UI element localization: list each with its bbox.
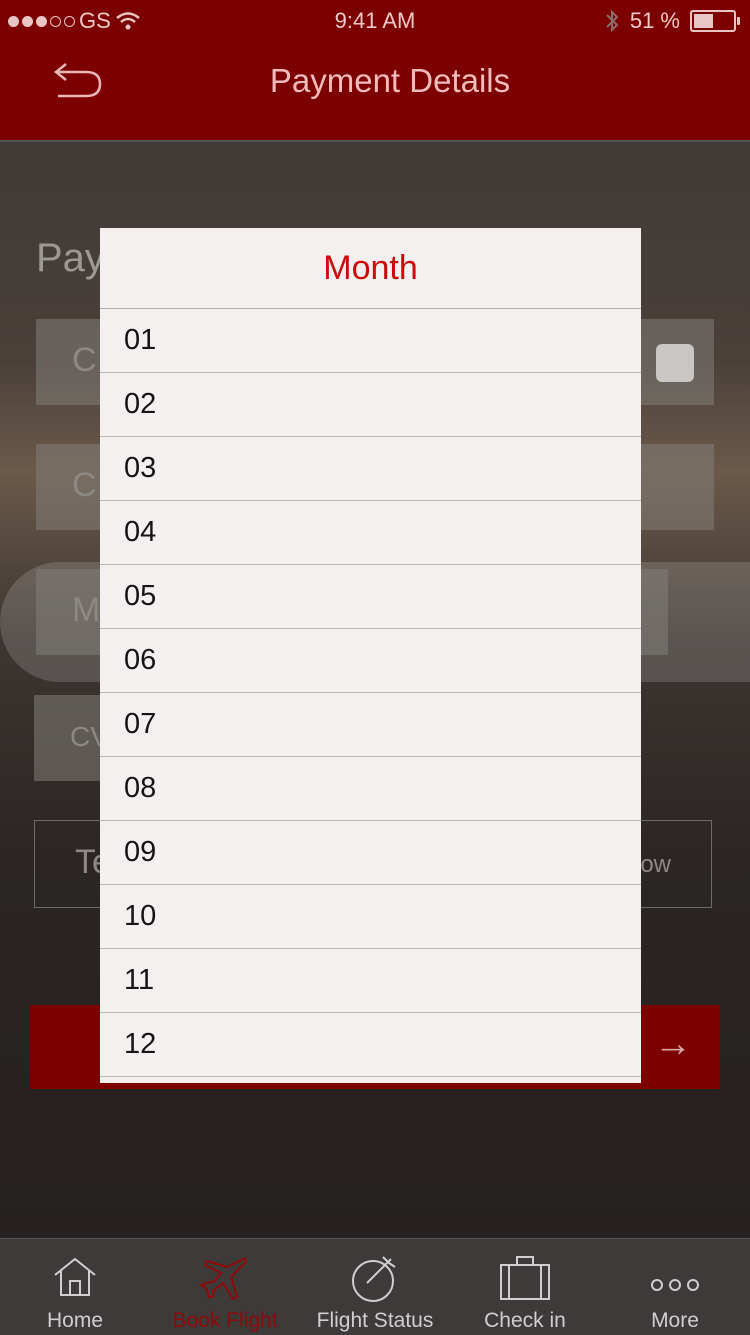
month-option-label: 11 (124, 964, 155, 996)
payment-section-label: Pay (36, 236, 105, 280)
nfc-button[interactable] (640, 319, 714, 405)
status-right: 51 % (604, 8, 740, 34)
month-list: 01 02 03 04 05 06 07 08 09 10 11 12 (100, 309, 641, 1077)
bluetooth-icon (606, 9, 619, 33)
month-option[interactable]: 07 (100, 693, 641, 757)
card-holder-placeholder: C (72, 466, 97, 504)
month-option[interactable]: 10 (100, 885, 641, 949)
flight-status-icon (352, 1256, 396, 1302)
more-icon (651, 1279, 699, 1291)
month-option[interactable]: 12 (100, 1013, 641, 1077)
tab-flight-status-label: Flight Status (316, 1309, 434, 1332)
month-option[interactable]: 06 (100, 629, 641, 693)
tab-more-label: More (651, 1309, 699, 1332)
status-bar: GS 9:41 AM 51 % (0, 0, 750, 40)
month-option[interactable]: 04 (100, 501, 641, 565)
battery-icon (690, 10, 740, 32)
month-picker-title: Month (100, 228, 641, 309)
card-number-placeholder: C (72, 341, 97, 379)
month-option-label: 01 (124, 324, 157, 356)
month-option-label: 09 (124, 836, 157, 868)
month-option-label: 12 (124, 1028, 157, 1060)
month-option[interactable]: 11 (100, 949, 641, 1013)
tab-check-in-label: Check in (484, 1309, 566, 1332)
tab-home-label: Home (46, 1309, 104, 1332)
tab-flight-status[interactable]: Flight Status (300, 1239, 450, 1335)
suitcase-icon (500, 1256, 550, 1300)
month-option[interactable]: 08 (100, 757, 641, 821)
terms-right-text: ow (640, 851, 671, 878)
tab-check-in[interactable]: Check in (450, 1239, 600, 1335)
month-option-label: 03 (124, 452, 157, 484)
month-option-label: 05 (124, 580, 157, 612)
page-title: Payment Details (269, 62, 511, 99)
month-option-label: 06 (124, 644, 157, 676)
month-picker-modal: Month 01 02 03 04 05 06 07 08 09 10 11 12 (100, 228, 641, 1083)
navigation-bar: Payment Details (0, 40, 750, 142)
month-option[interactable]: 05 (100, 565, 641, 629)
month-option[interactable]: 01 (100, 309, 641, 373)
expiry-month-placeholder: M (72, 591, 101, 629)
month-option[interactable]: 03 (100, 437, 641, 501)
battery-percent: 51 % (629, 8, 680, 33)
month-option-label: 08 (124, 772, 157, 804)
month-option-label: 10 (124, 900, 157, 932)
tab-home[interactable]: Home (0, 1239, 150, 1335)
month-option[interactable]: 09 (100, 821, 641, 885)
tab-more[interactable]: More (600, 1239, 750, 1335)
tab-book-flight-label: Book Flight (172, 1309, 278, 1332)
month-option-label: 07 (124, 708, 157, 740)
plane-icon (199, 1257, 247, 1301)
month-option-label: 02 (124, 388, 157, 420)
month-option-label: 04 (124, 516, 157, 548)
arrow-right-icon: → (654, 1023, 692, 1065)
month-option[interactable]: 02 (100, 373, 641, 437)
tab-book-flight[interactable]: Book Flight (150, 1239, 300, 1335)
tab-bar: Home Book Flight Flight Status Check in … (0, 1238, 750, 1335)
home-icon (54, 1257, 96, 1296)
nfc-icon (656, 344, 694, 382)
